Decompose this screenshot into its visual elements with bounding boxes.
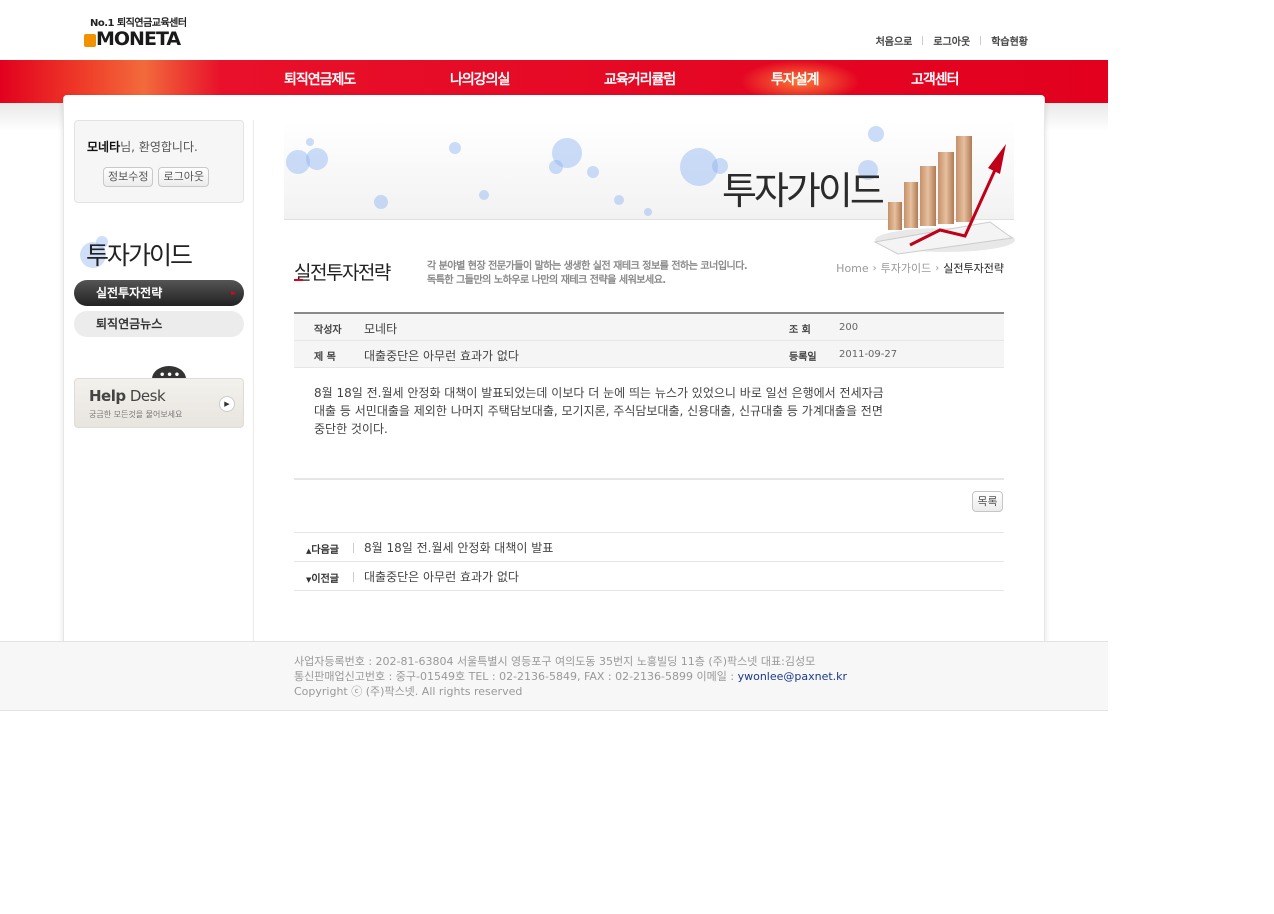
author-value: 모네타 [364, 322, 398, 336]
edit-profile-button[interactable]: 정보수정 [103, 167, 154, 187]
footer-line-business: 사업자등록번호 : 202-81-63804 서울특별시 영등포구 여의도동 3… [294, 655, 816, 668]
play-arrow-icon: ▶ [219, 396, 235, 412]
subject-value: 대출중단은 아무런 효과가 없다 [364, 349, 519, 363]
divider [980, 36, 982, 45]
gnb-retirement-pension-system[interactable]: 퇴직연금제도 [284, 69, 356, 89]
banner-title: 투자가이드 [722, 169, 885, 213]
logout-link[interactable]: 로그아웃 [933, 33, 970, 48]
views-label: 조 회 [789, 325, 811, 336]
chevron-right-icon: › [935, 262, 940, 274]
post-body: 8월 18일 전.월세 안정화 대책이 발표되었는데 이보다 더 눈에 띄는 뉴… [294, 368, 1004, 480]
helpdesk-banner[interactable]: Help Desk 궁금한 모든것을 물어보세요 ▶ [74, 378, 244, 428]
gnb-customer-center[interactable]: 고객센터 [911, 69, 960, 89]
post-view: 작성자 모네타 조 회 200 제 목 대출중단은 아무런 효과가 없다 등록일… [294, 312, 1004, 480]
logo-square-icon [84, 34, 96, 47]
column-divider [253, 120, 254, 641]
helpdesk-title: Help Desk [89, 387, 166, 405]
logo-wordmark: MONETA [96, 28, 181, 50]
post-meta-row: 작성자 모네타 조 회 200 [294, 314, 1004, 341]
bar-chart-illustration [873, 136, 1015, 255]
welcome-message: 모네타님, 환영합니다. [87, 140, 198, 154]
sidebar-section-title: 투자가이드 [86, 241, 193, 270]
subject-label: 제 목 [314, 352, 336, 363]
breadcrumb-current: 실전투자전략 [943, 262, 1004, 275]
page-description: 각 분야별 현장 전문가들이 말하는 생생한 실전 재테크 정보를 전하는 코너… [427, 261, 748, 286]
footer-email-link[interactable]: ywonlee@paxnet.kr [738, 670, 847, 683]
author-label: 작성자 [314, 325, 342, 336]
next-post-link[interactable]: 8월 18일 전.월세 안정화 대책이 발표 [364, 539, 553, 556]
study-status-link[interactable]: 학습현황 [991, 33, 1028, 48]
footer-info: 사업자등록번호 : 202-81-63804 서울특별시 영등포구 여의도동 3… [294, 654, 847, 699]
breadcrumb: Home › 투자가이드 › 실전투자전략 [836, 260, 1004, 276]
logo-tagline: No.1 퇴직연금교육센터 [90, 18, 187, 29]
post-subject-row: 제 목 대출중단은 아무런 효과가 없다 등록일 2011-09-27 [294, 341, 1004, 368]
page-title: 실전투자전략 [294, 262, 391, 284]
user-name: 모네타 [87, 140, 121, 154]
post-body-text: 8월 18일 전.월세 안정화 대책이 발표되었는데 이보다 더 눈에 띄는 뉴… [314, 386, 884, 436]
sidebar-item-practical-strategy[interactable]: 실전투자전략 [74, 280, 244, 306]
home-link[interactable]: 처음으로 [876, 33, 913, 48]
breadcrumb-home[interactable]: Home [836, 262, 868, 275]
divider [922, 36, 924, 45]
breadcrumb-investment-guide[interactable]: 투자가이드 [881, 260, 932, 276]
sub-navigation: 실전투자전략 퇴직연금뉴스 [74, 280, 244, 342]
chevron-right-icon: › [872, 262, 877, 274]
gnb-investment-planning[interactable]: 투자설계 [771, 69, 820, 89]
moneta-logo[interactable]: No.1 퇴직연금교육센터 MONETA [84, 14, 204, 50]
date-label: 등록일 [789, 352, 817, 363]
welcome-box: 모네타님, 환영합니다. 정보수정 로그아웃 [74, 120, 244, 203]
gnb-curriculum[interactable]: 교육커리큘럼 [604, 69, 676, 89]
sidebar-item-pension-news[interactable]: 퇴직연금뉴스 [74, 311, 244, 337]
footer-copyright: Copyright ⓒ (주)팍스넷. All rights reserved [294, 685, 523, 698]
next-post-label: ▲다음글 [306, 545, 339, 556]
next-post-row: ▲다음글 8월 18일 전.월세 안정화 대책이 발표 [294, 533, 1004, 562]
site-footer: 사업자등록번호 : 202-81-63804 서울특별시 영등포구 여의도동 3… [0, 641, 1108, 711]
sidebar-logout-button[interactable]: 로그아웃 [158, 167, 209, 187]
footer-line-contact: 통신판매업신고번호 : 중구-01549호 TEL : 02-2136-5849… [294, 670, 848, 683]
utility-links: 처음으로 로그아웃 학습현황 [876, 33, 1028, 48]
title-accent-mark [294, 279, 303, 281]
views-value: 200 [839, 322, 859, 333]
date-value: 2011-09-27 [839, 349, 898, 360]
helpdesk-subtitle: 궁금한 모든것을 물어보세요 [89, 410, 183, 419]
list-button[interactable]: 목록 [972, 491, 1003, 512]
gnb-my-classroom[interactable]: 나의강의실 [450, 69, 510, 89]
prev-post-row: ▼이전글 대출중단은 아무런 효과가 없다 [294, 562, 1004, 591]
post-navigation: ▲다음글 8월 18일 전.월세 안정화 대책이 발표 ▼이전글 대출중단은 아… [294, 532, 1004, 591]
prev-post-label: ▼이전글 [306, 574, 339, 585]
prev-post-link[interactable]: 대출중단은 아무런 효과가 없다 [364, 568, 519, 585]
